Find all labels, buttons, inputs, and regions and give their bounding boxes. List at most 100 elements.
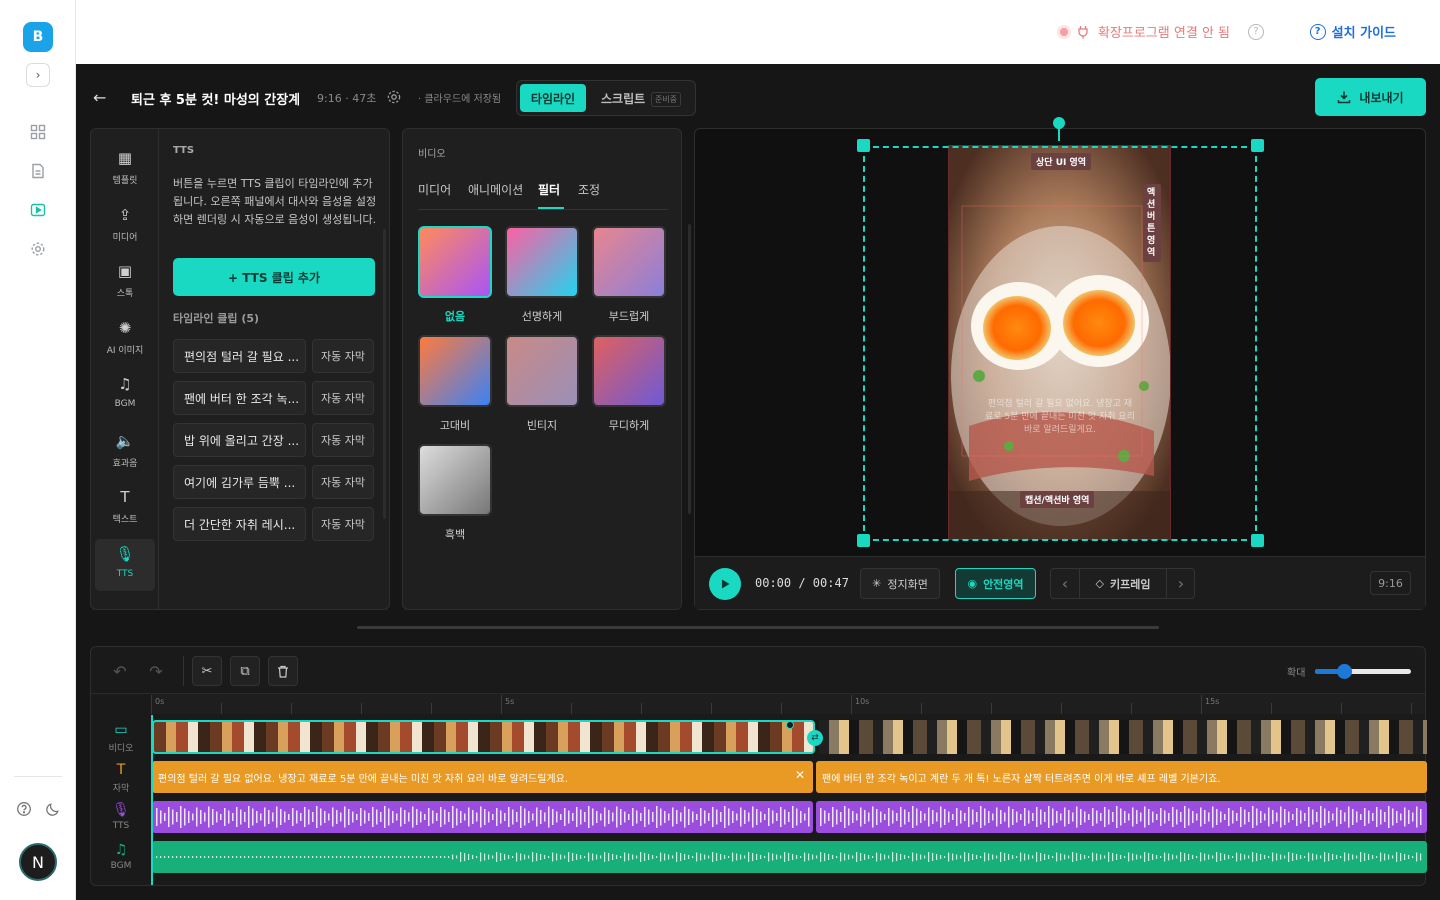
duplicate-button[interactable]: ⧉	[230, 656, 260, 686]
sidebar-item-7[interactable]: 🎙 TTS	[95, 538, 155, 591]
panel-splitter[interactable]	[357, 626, 1159, 629]
playhead[interactable]	[151, 715, 153, 885]
sidebar-item-5[interactable]: 🔈 효과음	[95, 426, 155, 478]
still-frame-button[interactable]: ✳ 정지화면	[860, 568, 940, 599]
auto-caption-button[interactable]: 자동 자막	[312, 507, 374, 541]
close-icon[interactable]: ✕	[795, 768, 805, 782]
play-button[interactable]	[709, 568, 741, 600]
bgm-clip[interactable]	[152, 841, 1427, 873]
tts-clip-item[interactable]: 팬에 버터 한 조각 녹...	[173, 381, 306, 415]
rotate-handle[interactable]	[1053, 117, 1065, 129]
next-keyframe-button[interactable]: ›	[1166, 569, 1195, 598]
sidebar-item-label: 미디어	[112, 232, 138, 243]
auto-caption-button[interactable]: 자동 자막	[312, 465, 374, 499]
ruler-tick	[1271, 703, 1272, 714]
tts-clip-item[interactable]: 더 간단한 자취 레시...	[173, 507, 306, 541]
tab-2[interactable]: 필터	[538, 181, 560, 198]
caption-clip-2[interactable]: 팬에 버터 한 조각 녹이고 계란 두 개 톡! 노른자 살짝 터트려주면 이게…	[816, 761, 1427, 793]
resize-handle-tl[interactable]	[857, 139, 870, 152]
zoom-slider[interactable]	[1315, 664, 1411, 679]
add-tts-button[interactable]: + TTS 클립 추가	[173, 258, 375, 296]
auto-caption-button[interactable]: 자동 자막	[312, 423, 374, 457]
safe-area-toggle[interactable]: ◉ 안전영역	[955, 568, 1036, 599]
filter-swatch-4[interactable]	[505, 335, 579, 407]
dashboard-icon[interactable]	[26, 120, 50, 144]
editor-main: ← 퇴근 후 5분 컷! 마성의 간장계란밥 9:16 · 47초 · 클라우드…	[76, 64, 1440, 900]
caption-clip-1[interactable]: 편의점 털러 갈 필요 없어요. 냉장고 재료로 5분 만에 끝내는 미친 맛 …	[152, 761, 813, 793]
tts-waveform	[156, 806, 810, 828]
document-icon[interactable]	[26, 159, 50, 183]
resize-handle-tr[interactable]	[1251, 139, 1264, 152]
ruler-tick	[641, 703, 642, 714]
time-ruler[interactable]	[151, 694, 1425, 714]
tts-clip-2[interactable]	[816, 801, 1427, 833]
user-avatar[interactable]: N	[19, 843, 57, 881]
caption-clip-2-text: 팬에 버터 한 조각 녹이고 계란 두 개 톡! 노른자 살짝 터트려주면 이게…	[822, 774, 1221, 785]
ruler-label: 10s	[855, 697, 870, 706]
export-button[interactable]: 내보내기	[1315, 78, 1426, 116]
tts-clip-1[interactable]	[152, 801, 813, 833]
resize-handle-bl[interactable]	[857, 534, 870, 547]
filter-swatch-5[interactable]	[592, 335, 666, 407]
delete-button[interactable]	[268, 656, 298, 686]
filter-swatch-6[interactable]	[418, 444, 492, 516]
download-icon	[1338, 91, 1351, 104]
view-toggle: 타임라인 스크립트 준비중	[516, 80, 696, 116]
sidebar-item-label: BGM	[114, 399, 136, 409]
back-button[interactable]: ←	[93, 88, 106, 107]
tab-0[interactable]: 미디어	[418, 181, 451, 198]
zoom-thumb[interactable]	[1336, 664, 1352, 679]
info-icon[interactable]: ?	[1248, 23, 1264, 40]
tab-timeline[interactable]: 타임라인	[520, 84, 586, 112]
dark-mode-icon[interactable]	[41, 797, 65, 821]
prev-keyframe-button[interactable]: ‹	[1051, 569, 1080, 598]
player-bar: 00:00 / 00:47 ✳ 정지화면 ◉ 안전영역 ‹ ◇ 키프레임 › 9:16	[695, 556, 1425, 609]
sidebar-item-4[interactable]: ♫ BGM	[95, 369, 155, 421]
project-title[interactable]: 퇴근 후 5분 컷! 마성의 간장계란밥	[131, 89, 299, 108]
play-icon	[722, 579, 730, 589]
resize-handle-br[interactable]	[1251, 534, 1264, 547]
settings-icon[interactable]	[26, 237, 50, 261]
filter-swatch-3[interactable]	[418, 335, 492, 407]
tts-clip-item[interactable]: 밥 위에 올리고 간장 ...	[173, 423, 306, 457]
sidebar-item-3[interactable]: ✺ AI 이미지	[95, 313, 155, 365]
auto-caption-button[interactable]: 자동 자막	[312, 381, 374, 415]
sidebar-item-1[interactable]: ⇪ 미디어	[95, 200, 155, 252]
panel-scrollbar[interactable]	[383, 229, 386, 519]
still-frame-label: 정지화면	[887, 577, 928, 591]
ruler-tick	[221, 703, 222, 714]
selection-box[interactable]	[863, 146, 1257, 541]
install-guide-link[interactable]: ? 설치 가이드	[1309, 22, 1396, 41]
keyframe-button[interactable]: ◇ 키프레임	[1081, 569, 1165, 598]
tts-clip-item[interactable]: 편의점 털러 갈 필요 ...	[173, 339, 306, 373]
tab-script[interactable]: 스크립트	[601, 90, 645, 107]
ruler-tick	[851, 695, 852, 714]
sidebar-item-2[interactable]: ▣ 스톡	[95, 256, 155, 308]
undo-button[interactable]: ↶	[105, 656, 135, 686]
video-clip-2[interactable]	[819, 720, 1427, 754]
filter-swatch-0[interactable]	[418, 226, 492, 298]
sidebar-item-0[interactable]: ▦ 템플릿	[95, 143, 155, 195]
tts-clip-item[interactable]: 여기에 김가루 듬뿍 ...	[173, 465, 306, 499]
zoom-label: 확대	[1287, 668, 1306, 679]
sidebar-item-label: 템플릿	[112, 176, 138, 186]
safe-area-label: 안전영역	[983, 577, 1024, 591]
video-clip-1[interactable]	[152, 720, 815, 754]
app-logo[interactable]: B	[23, 22, 53, 52]
expand-rail-button[interactable]: ›	[26, 63, 50, 87]
aspect-ratio[interactable]: 9:16	[1370, 571, 1411, 595]
tab-3[interactable]: 조정	[578, 181, 600, 198]
filter-swatch-2[interactable]	[592, 226, 666, 298]
help-icon[interactable]	[12, 797, 36, 821]
filter-swatch-1[interactable]	[505, 226, 579, 298]
redo-button[interactable]: ↷	[141, 656, 171, 686]
video-editor-icon[interactable]	[26, 198, 50, 222]
transition-button[interactable]: ⇄	[807, 730, 823, 746]
keyframe-marker[interactable]	[786, 721, 794, 729]
project-settings-icon[interactable]	[386, 89, 402, 109]
filter-scrollbar[interactable]	[688, 224, 691, 514]
tab-1[interactable]: 애니메이션	[468, 181, 523, 198]
cut-button[interactable]: ✂	[192, 656, 222, 686]
sidebar-item-6[interactable]: T 텍스트	[95, 482, 155, 534]
auto-caption-button[interactable]: 자동 자막	[312, 339, 374, 373]
